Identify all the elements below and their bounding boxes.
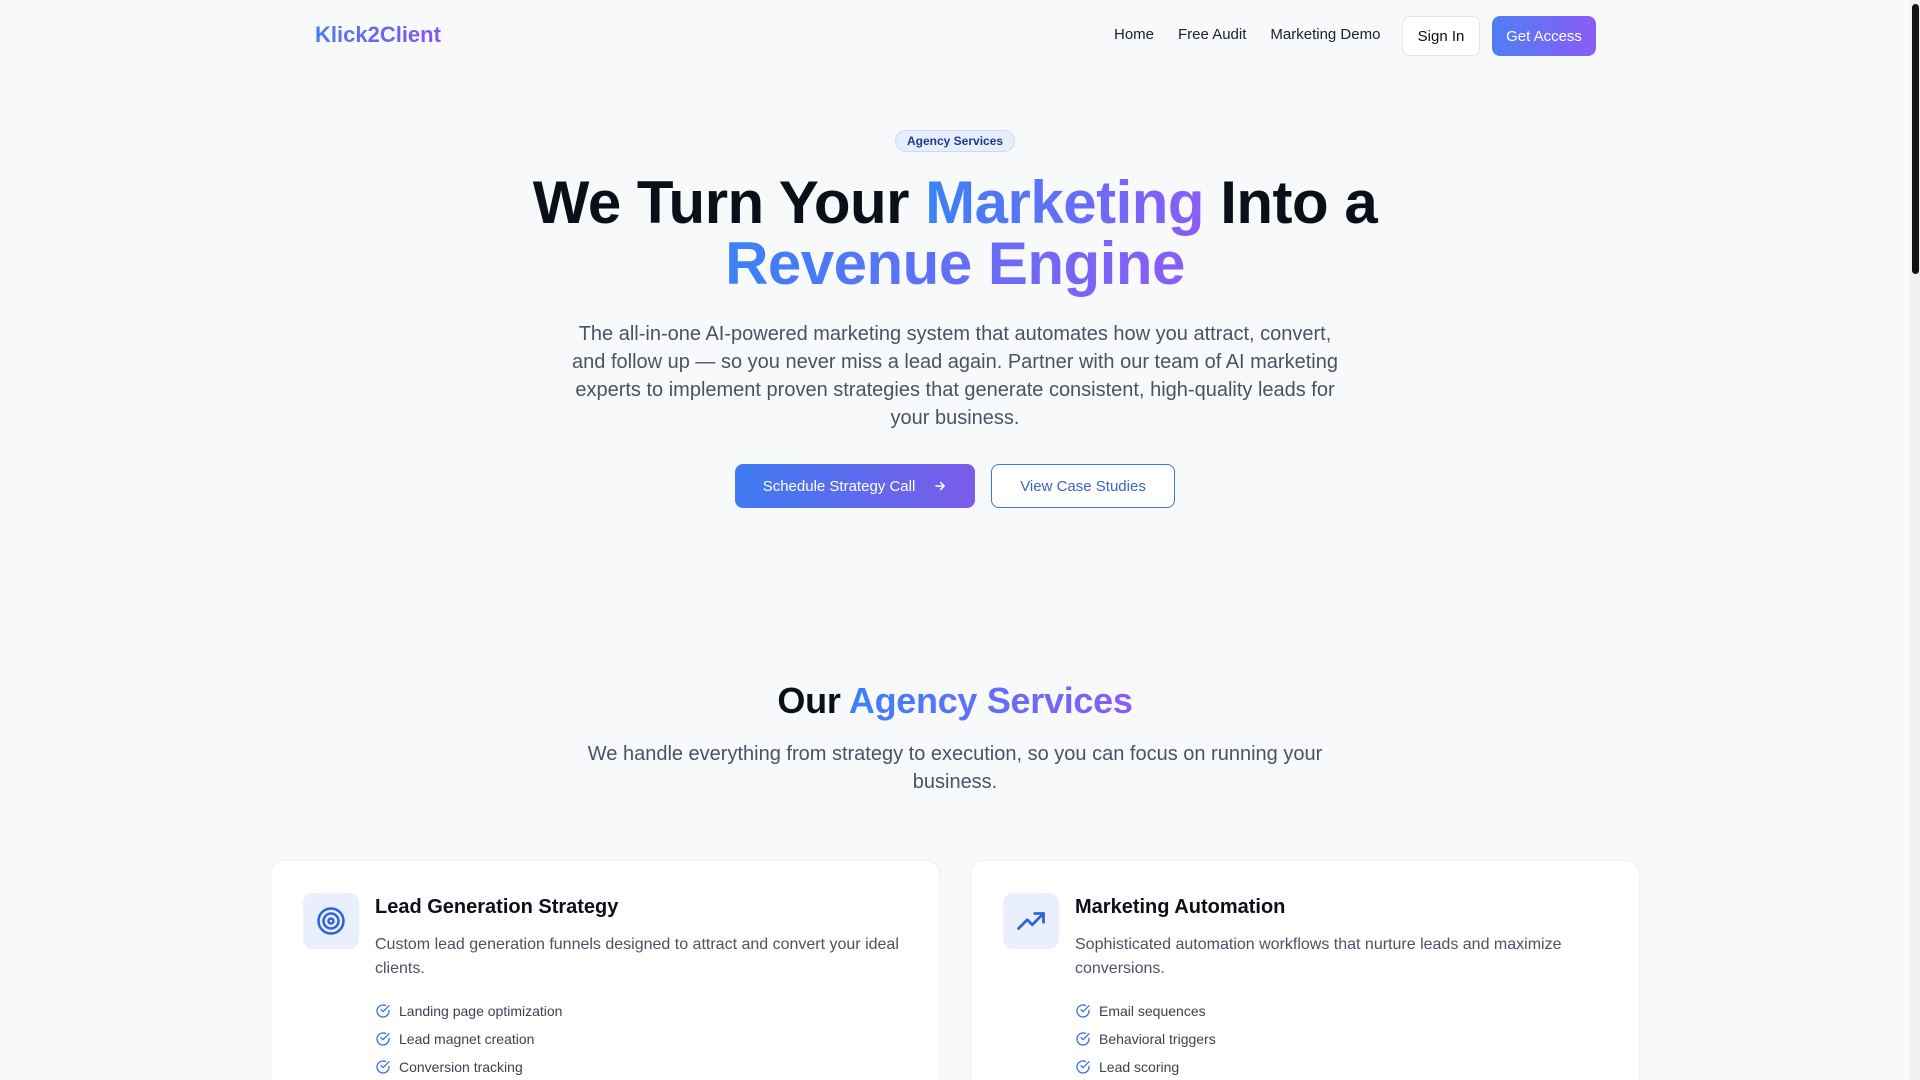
- card-description: Custom lead generation funnels designed …: [375, 936, 899, 977]
- get-access-button[interactable]: Get Access: [1492, 16, 1596, 56]
- card-description: Sophisticated automation workflows that …: [1075, 936, 1562, 977]
- target-icon: [317, 907, 345, 935]
- check-circle-icon: [376, 1060, 390, 1074]
- feature-label: Lead magnet creation: [399, 1031, 535, 1047]
- services-title-highlight: Agency Services: [848, 680, 1133, 721]
- check-circle-icon: [376, 1004, 390, 1018]
- list-item: Landing page optimization: [375, 997, 562, 1025]
- feature-label: Lead scoring: [1099, 1059, 1180, 1075]
- nav-link-marketing-demo[interactable]: Marketing Demo: [1270, 26, 1380, 43]
- schedule-strategy-call-button[interactable]: Schedule Strategy Call: [735, 464, 975, 508]
- card-icon-wrapper: [1003, 893, 1059, 949]
- sign-in-button[interactable]: Sign In: [1402, 16, 1480, 56]
- brand-logo[interactable]: Klick2Client: [315, 22, 441, 48]
- list-item: Behavioral triggers: [1075, 1025, 1216, 1053]
- card-title: Marketing Automation: [1075, 896, 1286, 918]
- main-nav: Home Free Audit Marketing Demo: [1114, 26, 1380, 43]
- service-card-lead-generation: Lead Generation Strategy Custom lead gen…: [270, 860, 940, 1080]
- schedule-strategy-call-label: Schedule Strategy Call: [762, 477, 916, 495]
- page-scrollbar[interactable]: [1910, 0, 1920, 1080]
- service-card-marketing-automation: Marketing Automation Sophisticated autom…: [970, 860, 1640, 1080]
- services-title-plain: Our: [777, 680, 849, 721]
- hero-subtitle: The all-in-one AI-powered marketing syst…: [572, 323, 1338, 429]
- check-circle-icon: [1076, 1032, 1090, 1046]
- hero-title-part2: Into a: [1204, 169, 1378, 236]
- feature-label: Landing page optimization: [399, 1003, 563, 1019]
- view-case-studies-button[interactable]: View Case Studies: [991, 464, 1175, 508]
- card-title: Lead Generation Strategy: [375, 896, 619, 918]
- feature-label: Behavioral triggers: [1099, 1031, 1216, 1047]
- hero-title-part1: We Turn Your: [532, 169, 926, 236]
- nav-link-home[interactable]: Home: [1114, 26, 1154, 43]
- services-title: Our Agency Services: [560, 680, 1350, 722]
- hero-title-highlight-marketing: Marketing: [925, 169, 1205, 236]
- nav-link-free-audit[interactable]: Free Audit: [1178, 26, 1246, 43]
- hero-badge: Agency Services: [895, 130, 1016, 152]
- feature-label: Email sequences: [1099, 1003, 1206, 1019]
- arrow-right-icon: [935, 481, 946, 491]
- list-item: Lead magnet creation: [375, 1025, 562, 1053]
- list-item: Email sequences: [1075, 997, 1216, 1025]
- check-circle-icon: [1076, 1004, 1090, 1018]
- page: Klick2Client Home Free Audit Marketing D…: [0, 0, 1920, 1080]
- list-item: Conversion tracking: [375, 1053, 562, 1080]
- list-item: Lead scoring: [1075, 1053, 1216, 1080]
- hero-title: We Turn Your Marketing Into a Revenue En…: [460, 172, 1450, 294]
- card-feature-list: Email sequences Behavioral triggers Lead…: [1075, 997, 1216, 1080]
- card-feature-list: Landing page optimization Lead magnet cr…: [375, 997, 562, 1080]
- check-circle-icon: [1076, 1060, 1090, 1074]
- services-subtitle: We handle everything from strategy to ex…: [587, 743, 1323, 793]
- check-circle-icon: [376, 1032, 390, 1046]
- card-icon-wrapper: [303, 893, 359, 949]
- hero-title-highlight-revenue: Revenue Engine: [725, 230, 1185, 297]
- scrollbar-thumb[interactable]: [1912, 4, 1919, 274]
- feature-label: Conversion tracking: [399, 1059, 523, 1075]
- top-navbar: Klick2Client Home Free Audit Marketing D…: [0, 0, 1910, 72]
- trending-up-icon: [1017, 912, 1045, 930]
